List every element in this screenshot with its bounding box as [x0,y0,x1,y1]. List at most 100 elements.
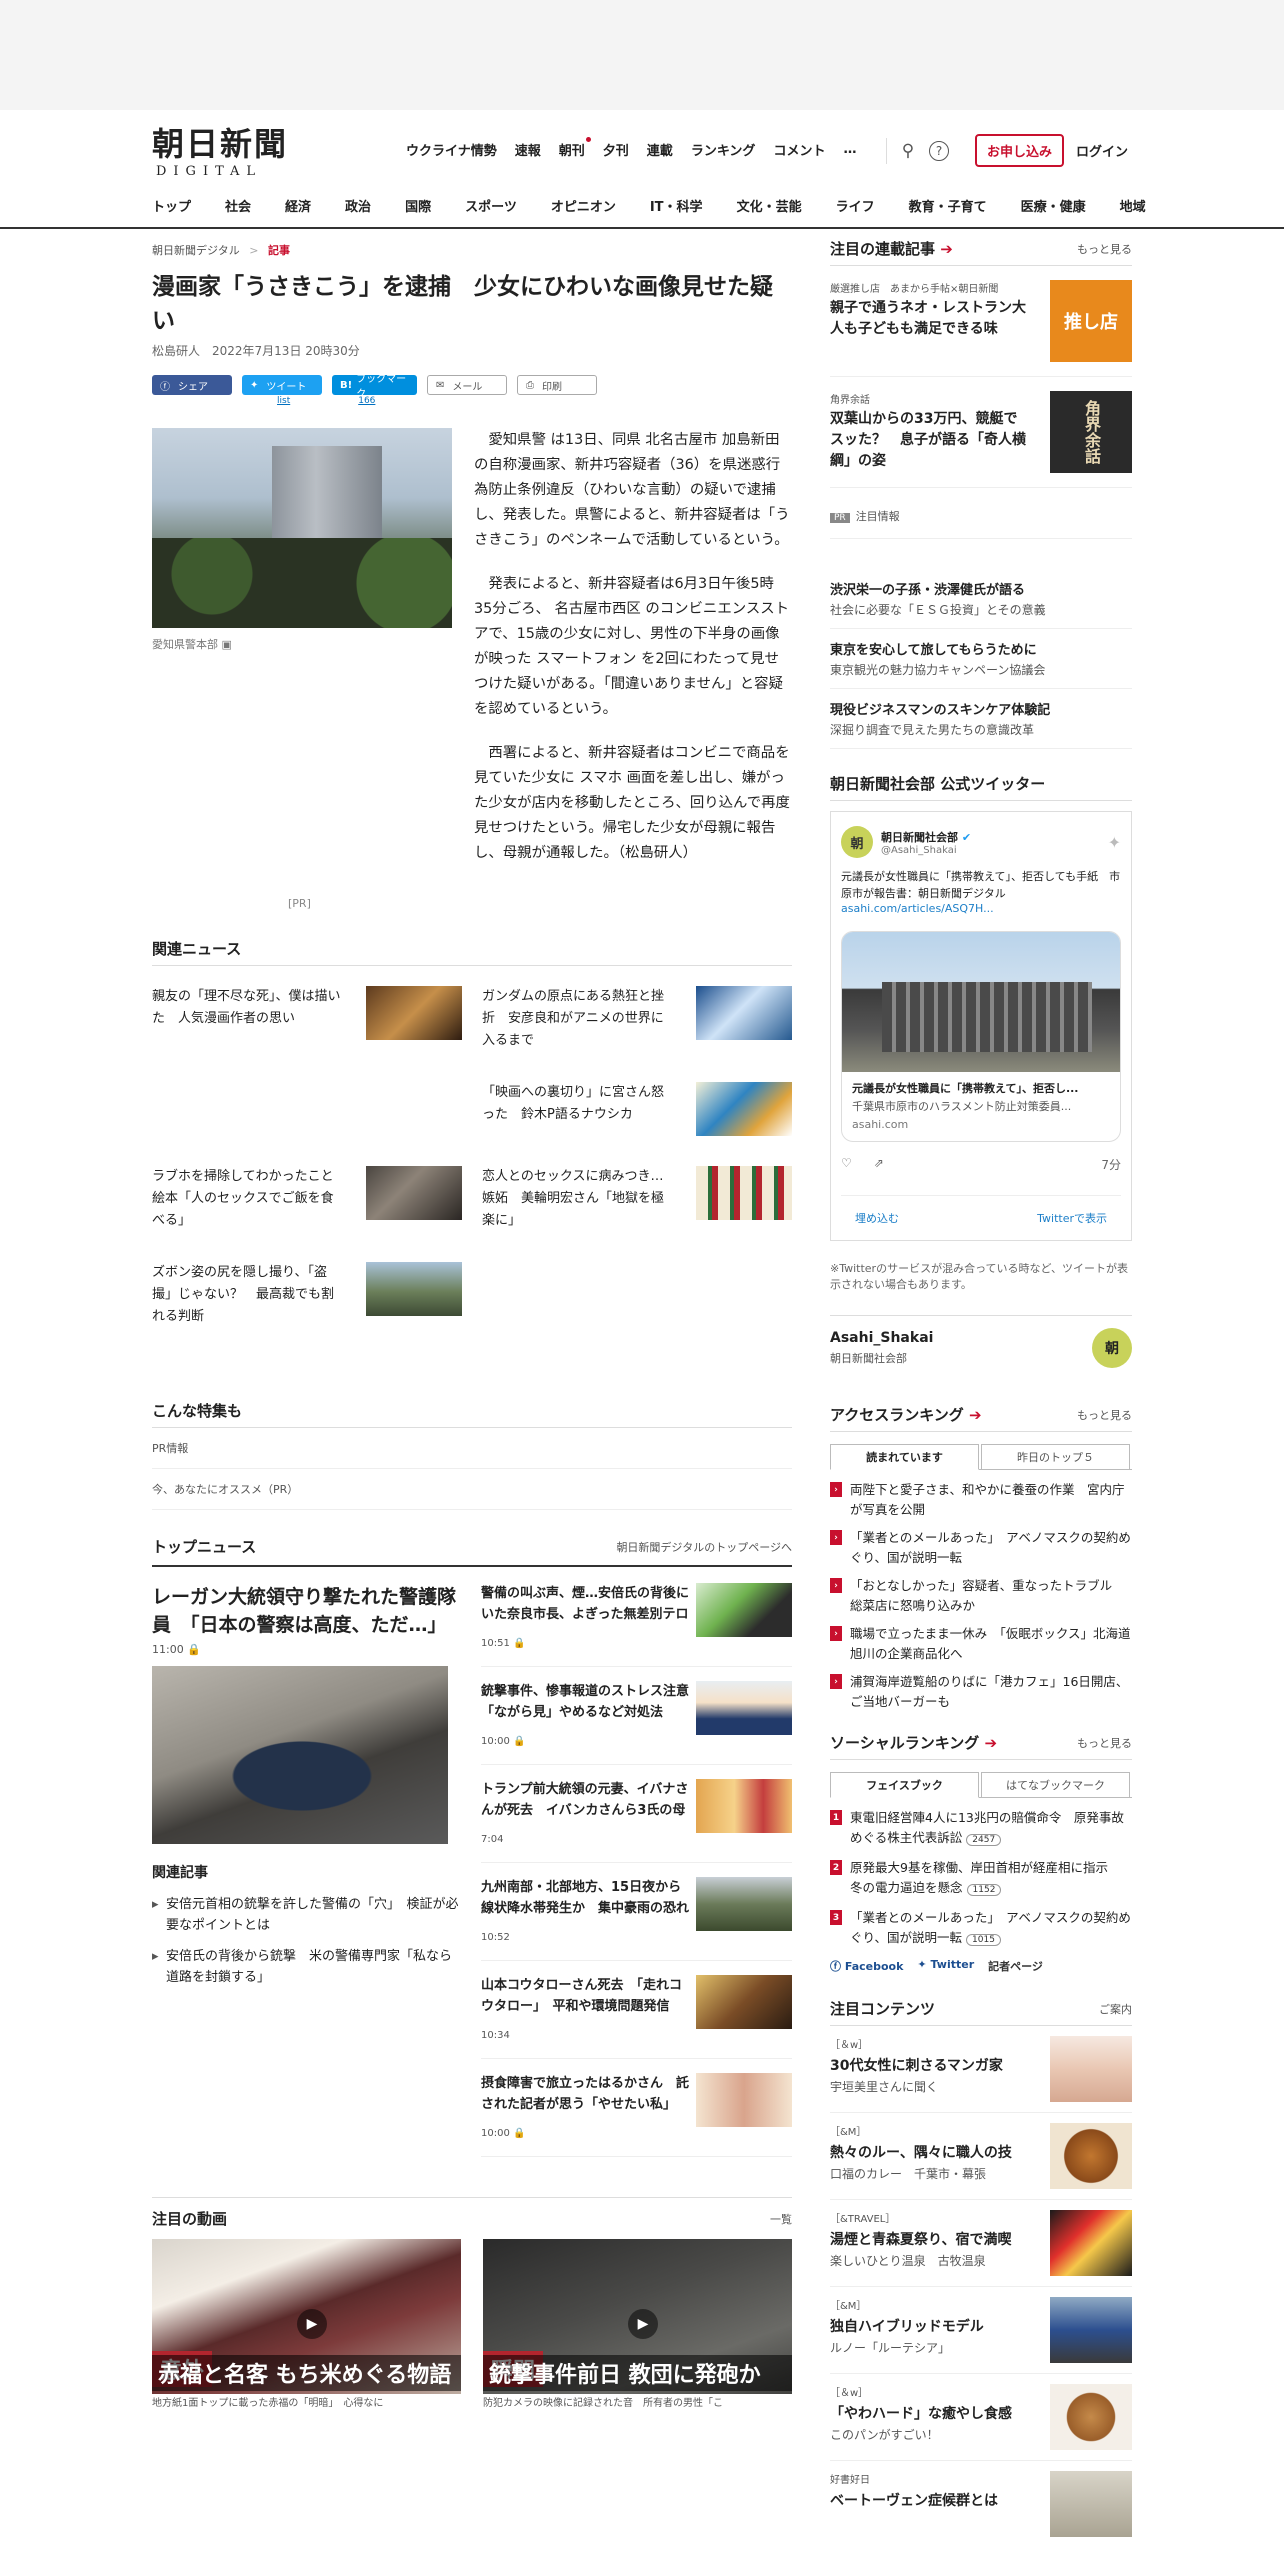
ranking-item[interactable]: › 浦賀海岸遊覧船のりばに「港カフェ」16日開店、ご当地バーガーも [830,1672,1132,1712]
lead-headline[interactable]: レーガン大統領守り撃たれた警護隊員 「日本の警察は高度、ただ…」 [152,1583,463,1639]
video-card[interactable]: ▶ 瞬間 銃撃事件前日 教団に発砲か 防犯カメラの映像に記録された音 所有者の男… [483,2239,792,2409]
gnav-ukraine[interactable]: ウクライナ情勢 [406,140,497,159]
related-news-item[interactable]: 親友の「理不尽な死」、僕は描いた 人気漫画作者の思い [152,986,462,1052]
help-icon[interactable]: ? [929,140,949,161]
top-news-item[interactable]: 山本コウタローさん死去 「走れコウタロー」 平和や環境問題発信 10:34 [481,1975,792,2059]
series-more-link[interactable]: もっと見る [1077,241,1132,257]
pr-info-link[interactable]: PR情報 [152,1428,792,1469]
breadcrumb-home[interactable]: 朝日新聞デジタル [152,244,240,257]
photo-police-hq[interactable] [152,428,452,628]
top-news-item[interactable]: トランプ前大統領の元妻、イバナさんが死去 イバンカさんら3氏の母 7:04 [481,1779,792,1863]
hatena-count[interactable]: 166 [358,396,375,406]
cat-opinion[interactable]: オピニオン [551,196,616,215]
content-item[interactable]: 好書好日 ベートーヴェン症候群とは [830,2461,1132,2547]
search-icon[interactable]: ⚲ [893,136,923,166]
lead-photo[interactable] [152,1666,448,1844]
gnav-more[interactable]: … [843,142,856,157]
tab-hatena[interactable]: はてなブックマーク [981,1772,1130,1797]
gnav-comment[interactable]: コメント [773,140,825,159]
related-news-item[interactable]: ラブホを掃除してわかったこと 絵本「人のセックスでご飯を食べる」 [152,1166,462,1232]
videos-list-link[interactable]: 一覧 [770,2211,792,2227]
twitter-account[interactable]: Asahi_Shakai 朝日新聞社会部 朝 [830,1315,1132,1368]
share-icon[interactable]: ⇗ [874,1156,884,1173]
mail-share-button[interactable]: ✉ メール [427,375,507,395]
tab-yesterday-top[interactable]: 昨日のトップ５ [981,1444,1130,1469]
twitter-bird-icon[interactable]: ✦ [1108,833,1121,852]
top-news-link[interactable]: 朝日新聞デジタルのトップページへ [616,1539,792,1555]
site-logo[interactable]: 朝日新聞 DIGITAL [152,124,292,179]
content-item[interactable]: ［＆w］ 「やわハード」な癒やし食感 このパンがすごい！ [830,2374,1132,2461]
tab-most-read[interactable]: 読まれています [830,1444,979,1470]
tweet-user[interactable]: 朝 朝日新聞社会部 ✔ @Asahi_Shakai ✦ [841,826,1121,858]
cat-region[interactable]: 地域 [1120,196,1146,215]
heart-icon[interactable]: ♡ [841,1156,852,1173]
twitter-share-button[interactable]: ✦ ツイート [242,375,322,395]
related-news-item[interactable]: ガンダムの原点にある熱狂と挫折 安彦良和がアニメの世界に入るまで [482,986,792,1052]
gnav-ranking[interactable]: ランキング [691,140,756,159]
tweet-card[interactable]: 元議長が女性職員に「携帯教えて」、拒否し... 千葉県市原市のハラスメント防止対… [841,931,1121,1142]
ranking-item[interactable]: › 「業者とのメールあった」 アベノマスクの契約めぐり、国が説明一転 [830,1528,1132,1568]
tweet-link[interactable]: asahi.com/articles/ASQ7H... [841,902,1121,915]
ranking-item[interactable]: 1 東電旧経営陣4人に13兆円の賠償命令 原発事故めぐる株主代表訴訟 2457 [830,1808,1132,1850]
reporter-page-link[interactable]: 記者ページ [988,1958,1043,1974]
video-card[interactable]: ▶ 意外 赤福と名客 もち米めぐる物語 地方紙1面トップに載った赤福の「明暗」 … [152,2239,461,2409]
content-item[interactable]: ［&TRAVEL］ 湯煙と青森夏祭り、宿で満喫 楽しいひとり温泉 古牧温泉 [830,2200,1132,2287]
content-item[interactable]: ［&M］ 熱々のルー、隅々に職人の技 口福のカレー 千葉市・幕張 [830,2113,1132,2200]
tweet-count[interactable]: list [277,396,290,406]
cat-life[interactable]: ライフ [836,196,875,215]
facebook-share-button[interactable]: ⓕ シェア [152,375,232,395]
promo-item[interactable]: 渋沢栄一の子孫・渋澤健氏が語る 社会に必要な「ＥＳＧ投資」とその意義 [830,569,1132,629]
contents-guide-link[interactable]: ご案内 [1099,2001,1132,2017]
gnav-morning[interactable]: 朝刊 [559,137,591,159]
cat-culture[interactable]: 文化・芸能 [737,196,802,215]
image-icon[interactable]: ▣ [222,638,232,651]
embed-link[interactable]: 埋め込む [855,1210,899,1226]
top-news-item[interactable]: 銃撃事件、惨事報道のストレス注意 「ながら見」やめるなど対処法 10:00 🔒 [481,1681,792,1765]
play-icon[interactable]: ▶ [297,2309,327,2339]
related-news-item[interactable]: 「映画への裏切り」に宮さん怒った 鈴木P語るナウシカ [482,1082,792,1136]
ranking-item[interactable]: 2 原発最大9基を稼働、岸田首相が経産相に指示 冬の電力逼迫を懸念 1152 [830,1858,1132,1900]
cat-international[interactable]: 国際 [405,196,431,215]
subscribe-button[interactable]: お申し込み [975,134,1065,167]
tweet-time[interactable]: 7分 [1101,1156,1121,1173]
ranking-item[interactable]: › 職場で立ったまま一休み 「仮眠ボックス」北海道旭川の企業商品化へ [830,1624,1132,1664]
hatena-bookmark-button[interactable]: B! ブックマーク [332,374,417,400]
cat-it-science[interactable]: IT・科学 [650,196,703,215]
cat-society[interactable]: 社会 [225,196,251,215]
top-news-item[interactable]: 摂食障害で旅立ったはるかさん 託された記者が思う「やせたい私」 10:00 🔒 [481,2073,792,2157]
related-news-item[interactable]: ズボン姿の尻を隠し撮り、「盗撮」じゃない？ 最高裁でも割れる判断 [152,1262,462,1328]
login-link[interactable]: ログイン [1076,141,1128,160]
play-icon[interactable]: ▶ [628,2309,658,2339]
ranking-item[interactable]: 3 「業者とのメールあった」 アベノマスクの契約めぐり、国が説明一転 1015 [830,1908,1132,1950]
cat-politics[interactable]: 政治 [345,196,371,215]
print-button[interactable]: ⎙ 印刷 [517,375,597,395]
tab-facebook[interactable]: フェイスブック [830,1772,979,1798]
content-item[interactable]: ［&M］ 独自ハイブリッドモデル ルノー「ルーテシア」 [830,2287,1132,2374]
recommend-link[interactable]: 今、あなたにオススメ（PR） [152,1469,792,1510]
cat-top[interactable]: トップ [152,196,191,215]
access-more-link[interactable]: もっと見る [1077,1407,1132,1423]
content-item[interactable]: ［＆w］ 30代女性に刺さるマンガ家 宇垣美里さんに聞く [830,2026,1132,2113]
gnav-breaking[interactable]: 速報 [515,140,541,159]
cat-economy[interactable]: 経済 [285,196,311,215]
ranking-item[interactable]: › 「おとなしかった」容疑者、重なったトラブル 総菜店に怒鳴り込みか [830,1576,1132,1616]
related-news-item[interactable]: 恋人とのセックスに病みつき…嫉妬 美輪明宏さん「地獄を極楽に」 [482,1166,792,1232]
twitter-link[interactable]: ✦ Twitter [917,1958,974,1974]
ranking-item[interactable]: › 両陛下と愛子さま、和やかに養蚕の作業 宮内庁が写真を公開 [830,1480,1132,1520]
cat-education[interactable]: 教育・子育て [909,196,987,215]
series-item[interactable]: 厳選推し店 あまから手帖×朝日新聞 親子で通うネオ・レストラン大人も子どもも満足で… [830,266,1132,377]
gnav-series[interactable]: 連載 [647,140,673,159]
top-news-item[interactable]: 警備の叫ぶ声、煙…安倍氏の背後にいた奈良市長、よぎった無差別テロ 10:51 🔒 [481,1583,792,1667]
promo-item[interactable]: 現役ビジネスマンのスキンケア体験記 深掘り調査で見えた男たちの意識改革 [830,689,1132,749]
related-article[interactable]: 安倍氏の背後から銃撃 米の警備専門家「私なら道路を封鎖する」 [152,1946,463,1988]
social-more-link[interactable]: もっと見る [1077,1735,1132,1751]
gnav-evening[interactable]: 夕刊 [603,140,629,159]
view-on-twitter-link[interactable]: Twitterで表示 [1037,1210,1107,1226]
cat-health[interactable]: 医療・健康 [1021,196,1086,215]
facebook-link[interactable]: ⓕ Facebook [830,1958,903,1974]
top-news-item[interactable]: 九州南部・北部地方、15日夜から線状降水帯発生か 集中豪雨の恐れ 10:52 [481,1877,792,1961]
promo-item[interactable]: 東京を安心して旅してもらうために 東京観光の魅力協力キャンペーン協議会 [830,629,1132,689]
related-article[interactable]: 安倍元首相の銃撃を許した警備の「穴」 検証が必要なポイントとは [152,1894,463,1936]
series-item[interactable]: 角界余話 双葉山からの33万円、競艇でスッた？ 息子が語る「奇人横綱」の姿 角界余… [830,377,1132,488]
cat-sports[interactable]: スポーツ [465,196,517,215]
